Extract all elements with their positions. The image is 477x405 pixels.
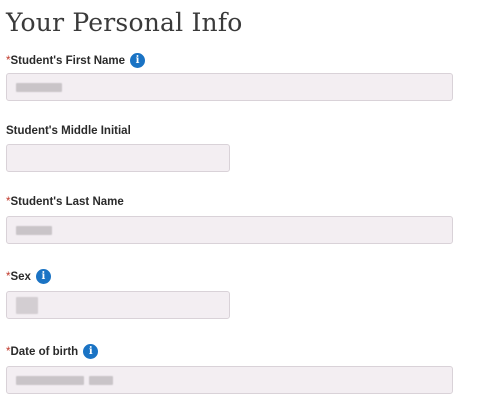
redacted-value bbox=[89, 376, 113, 385]
sex-label: *Sex i bbox=[6, 269, 51, 284]
middle-initial-label: Student's Middle Initial bbox=[6, 125, 131, 137]
dob-label: *Date of birth i bbox=[6, 344, 99, 359]
first-name-label: *Student's First Name i bbox=[6, 53, 146, 68]
redacted-value bbox=[16, 226, 52, 235]
redacted-value bbox=[16, 83, 62, 92]
sex-field[interactable] bbox=[6, 291, 230, 319]
redacted-value bbox=[16, 297, 38, 314]
last-name-field[interactable] bbox=[6, 216, 453, 244]
info-icon[interactable]: i bbox=[35, 269, 51, 284]
page-title: Your Personal Info bbox=[6, 8, 243, 37]
dob-field[interactable] bbox=[6, 366, 453, 394]
redacted-value bbox=[16, 376, 84, 385]
middle-initial-field[interactable] bbox=[6, 144, 230, 172]
first-name-field[interactable] bbox=[6, 73, 453, 101]
last-name-label: *Student's Last Name bbox=[6, 196, 124, 208]
info-icon[interactable]: i bbox=[83, 344, 99, 359]
info-icon[interactable]: i bbox=[130, 53, 146, 68]
